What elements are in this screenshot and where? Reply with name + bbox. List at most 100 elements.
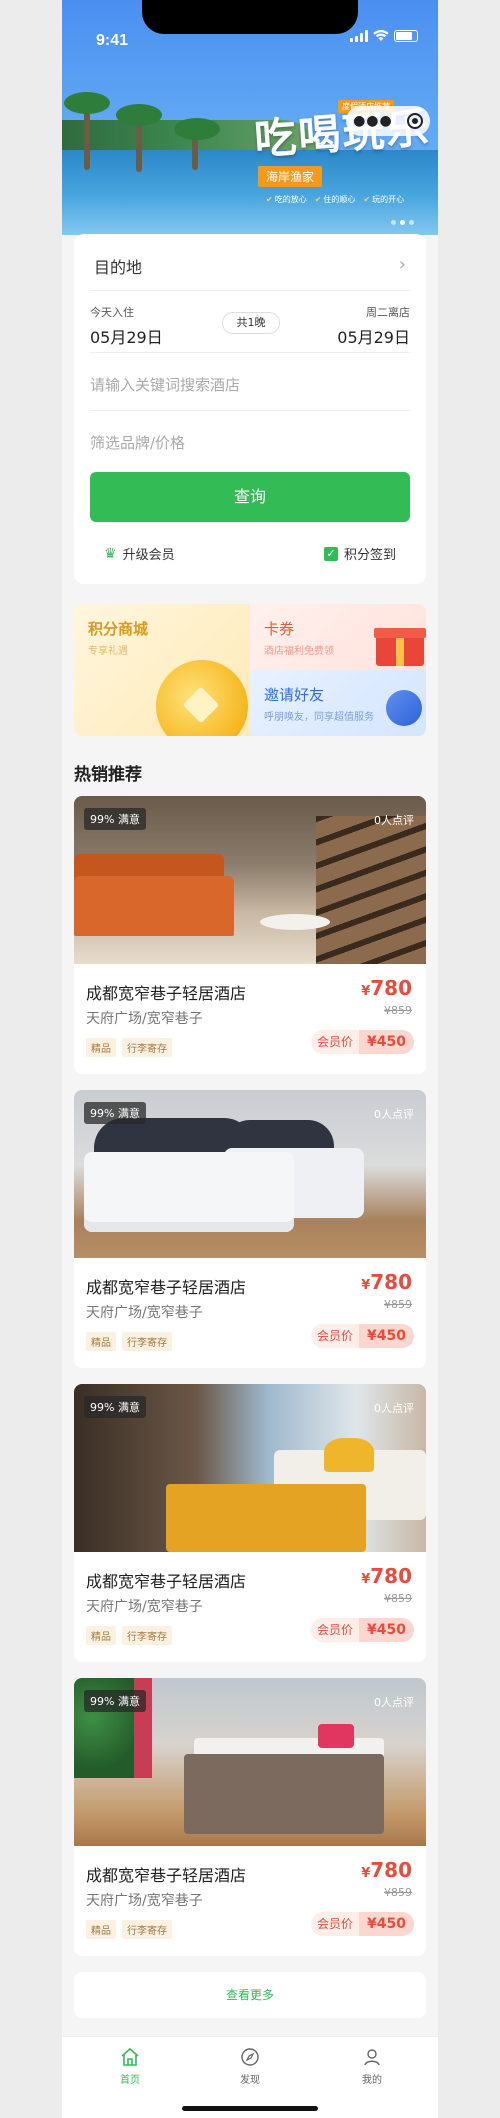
tab-discover[interactable]: 发现 [210,2047,290,2086]
satisfaction-badge: 99% 满意 [84,1396,146,1418]
review-count: 0人点评 [374,1696,414,1709]
hotel-tags: 精品 行李寄存 [86,1626,172,1645]
member-price-badge: 会员价 ¥450 [311,1324,414,1348]
palm-leaves-image [174,118,220,140]
tab-mine-label: 我的 [362,2075,382,2086]
tab-home[interactable]: 首页 [90,2047,170,2086]
keyword-search-input[interactable]: 请输入关键词搜索酒店 [90,374,240,395]
hotel-card[interactable]: 99% 满意 0人点评 成都宽窄巷子轻居酒店 天府广场/宽窄巷子 精品 行李寄存… [74,1384,426,1662]
checkin-label: 今天入住 [90,306,134,319]
member-price-label: 会员价 [311,1030,360,1054]
hotel-tag: 精品 [86,1038,116,1057]
coupon-title: 卡券 [264,620,295,638]
phone-screen: 度假酒店推荐 吃喝玩乐 海岸渔家 吃的放心 住的顺心 玩的开心 9:41 ●●●… [62,0,438,2118]
hotel-card[interactable]: 99% 满意 0人点评 成都宽窄巷子轻居酒店 天府广场/宽窄巷子 精品 行李寄存… [74,796,426,1074]
currency-symbol: ¥ [361,984,371,999]
wifi-icon [373,30,389,41]
banner-perk: 住的顺心 [315,194,355,205]
hotel-tags: 精品 行李寄存 [86,1332,172,1351]
invite-title: 邀请好友 [264,686,325,704]
sofa-image [74,876,234,936]
hotel-photo: 99% 满意 0人点评 [74,1384,426,1552]
hotel-name: 成都宽窄巷子轻居酒店 [86,1278,247,1297]
hotel-address: 天府广场/宽窄巷子 [86,1599,203,1615]
bed-blanket-image [166,1484,366,1552]
staircase-image [316,816,426,964]
mini-program-capsule[interactable]: ●●● [346,106,430,136]
member-price-badge: 会员价 ¥450 [311,1618,414,1642]
checkbox-icon: ✓ [323,546,338,561]
hotel-tag: 行李寄存 [122,1920,172,1939]
compass-icon [241,2048,259,2066]
destination-row[interactable]: 目的地 › [94,254,406,278]
member-price-value: ¥450 [359,1324,414,1348]
checkout-date-picker[interactable]: 周二离店 05月29日 [337,304,410,348]
tab-mine[interactable]: 我的 [332,2047,412,2086]
points-mall-subtitle: 专享礼遇 [88,646,128,657]
divider [90,290,410,291]
hotel-price: ¥780 [361,1270,412,1294]
chevron-right-icon: › [398,254,406,275]
hotel-photo: 99% 满意 0人点评 [74,1090,426,1258]
checkin-date-picker[interactable]: 今天入住 05月29日 [90,304,163,348]
banner-perk: 玩的开心 [363,194,404,205]
palm-leaves-image [116,104,162,126]
gold-coin-icon [156,660,248,736]
divider [90,410,410,411]
coupon-card[interactable]: 卡券 酒店福利免费领 [250,604,426,670]
invite-subtitle: 呼朋唤友，同享超值服务 [264,712,374,723]
banner-perk: 吃的放心 [266,194,307,205]
status-bar: 9:41 [62,0,438,49]
review-count: 0人点评 [374,1108,414,1121]
pillow-image [324,1438,374,1472]
home-indicator [182,2106,318,2111]
price-value: 780 [370,1564,412,1588]
hotel-tag: 精品 [86,1920,116,1939]
hotel-address: 天府广场/宽窄巷子 [86,1893,203,1909]
carousel-indicator [391,220,414,225]
price-value: 780 [370,1858,412,1882]
original-price: ¥859 [384,1004,412,1017]
hotel-tag: 精品 [86,1626,116,1645]
bed-blanket-image [184,1754,384,1834]
carousel-dot-active [400,220,405,225]
upgrade-member-link[interactable]: ♛ 升级会员 [104,544,175,564]
invite-friends-card[interactable]: 邀请好友 呼朋唤友，同享超值服务 [250,670,426,736]
carousel-dot [391,220,396,225]
hotel-price: ¥780 [361,1858,412,1882]
points-mall-card[interactable]: 积分商城 专享礼遇 [74,604,250,736]
points-mall-title: 积分商城 [88,620,149,638]
checkin-date: 05月29日 [90,328,163,347]
hotel-tag: 行李寄存 [122,1626,172,1645]
satisfaction-badge: 99% 满意 [84,808,146,830]
hotel-tag: 行李寄存 [122,1332,172,1351]
review-count: 0人点评 [374,814,414,827]
hotel-card[interactable]: 99% 满意 0人点评 成都宽窄巷子轻居酒店 天府广场/宽窄巷子 精品 行李寄存… [74,1678,426,1956]
currency-symbol: ¥ [361,1572,371,1587]
hotel-address: 天府广场/宽窄巷子 [86,1011,203,1027]
coffee-table-image [260,914,330,930]
nights-badge: 共1晚 [222,312,280,334]
user-icon [364,2049,380,2066]
original-price: ¥859 [384,1298,412,1311]
hotel-card[interactable]: 99% 满意 0人点评 成都宽窄巷子轻居酒店 天府广场/宽窄巷子 精品 行李寄存… [74,1090,426,1368]
gift-box-icon [374,628,426,666]
more-dots-icon[interactable]: ●●● [353,113,393,129]
coupon-subtitle: 酒店福利免费领 [264,646,334,657]
query-button[interactable]: 查询 [90,472,410,522]
hotel-search-card: 目的地 › 今天入住 05月29日 共1晚 周二离店 05月29日 请输入关键词… [74,234,426,584]
points-checkin-link[interactable]: ✓ 积分签到 [323,544,396,563]
brand-price-filter[interactable]: 筛选品牌/价格 [90,432,185,453]
signal-icon [350,30,368,42]
crown-icon: ♛ [104,545,117,562]
close-target-icon[interactable] [406,113,423,129]
status-time: 9:41 [96,32,129,49]
home-icon [121,2047,139,2066]
shield-icon [386,690,422,726]
hotel-photo: 99% 满意 0人点评 [74,1678,426,1846]
satisfaction-badge: 99% 满意 [84,1690,146,1712]
tab-home-label: 首页 [120,2075,140,2086]
currency-symbol: ¥ [361,1278,371,1293]
battery-icon [394,30,418,42]
load-more-button[interactable]: 查看更多 [74,1972,426,2018]
